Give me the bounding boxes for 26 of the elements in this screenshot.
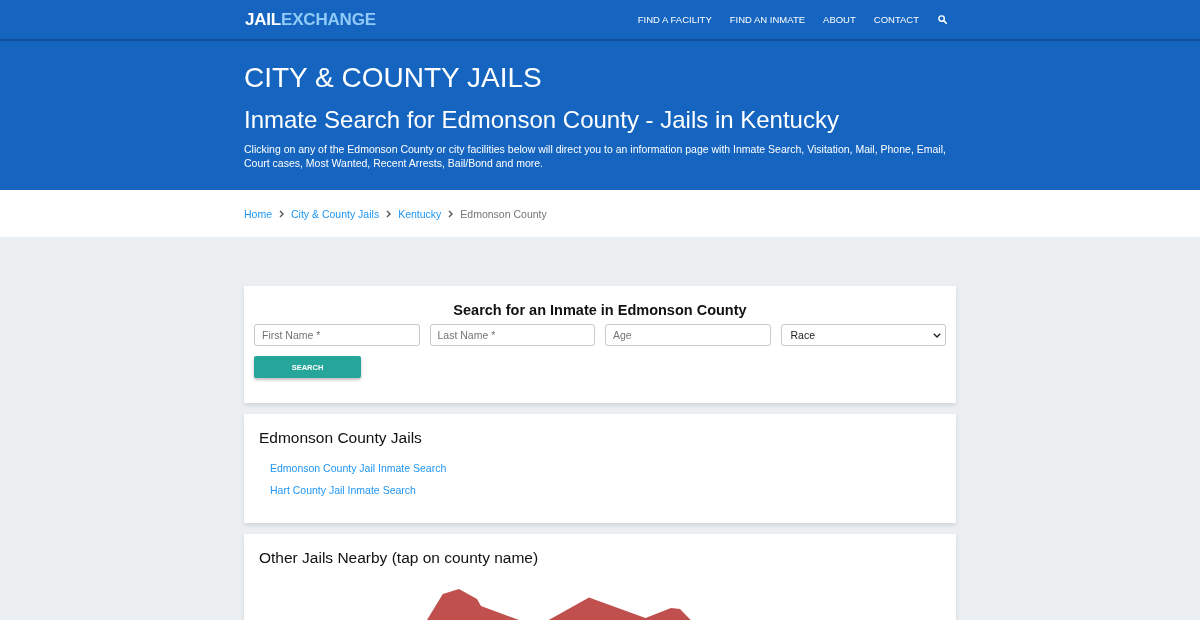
chevron-icon	[279, 209, 284, 218]
breadcrumb-link[interactable]: Kentucky	[398, 207, 442, 220]
breadcrumb-current: Edmonson County	[460, 207, 547, 220]
select-field[interactable]: Race	[780, 324, 946, 346]
text-field[interactable]: First Name *	[254, 324, 420, 346]
jail-link[interactable]: Hart County Jail Inmate Search	[270, 479, 416, 501]
nav-link[interactable]: CONTACT	[873, 14, 919, 25]
nav-link[interactable]: FIND A FACILITY	[637, 14, 712, 25]
breadcrumb-link[interactable]: Home	[244, 207, 272, 220]
nav-link[interactable]: FIND AN INMATE	[729, 14, 806, 25]
section-heading: Other Jails Nearby (tap on county name)	[259, 548, 540, 568]
chevron-icon	[448, 209, 454, 218]
page-description: Clicking on any of the Edmonson County or city facilities below will direct you to an information page with Inmate Search, Visitation, Mail, Phone, Email, Court cases, Most Wanted, Recent Arrests, Bail/Bond and more.	[244, 142, 947, 170]
caret-icon	[933, 332, 941, 338]
jail-link[interactable]: Edmonson County Jail Inmate Search	[270, 457, 447, 479]
search-title: Search for an Inmate in Edmonson County	[452, 301, 748, 320]
chevron-icon	[386, 209, 392, 218]
site-logo[interactable]: JAILEXCHANGE	[245, 9, 376, 30]
breadcrumb-link[interactable]: City & County Jails	[291, 207, 380, 220]
text-field[interactable]: Age	[605, 324, 771, 346]
search-icon[interactable]	[938, 15, 947, 24]
text-field[interactable]: Last Name *	[429, 324, 595, 346]
page-title: Inmate Search for Edmonson County - Jails in Kentucky	[244, 105, 840, 135]
page-category-heading: CITY & COUNTY JAILS	[244, 61, 543, 95]
nav-link[interactable]: ABOUT	[823, 14, 856, 25]
section-heading: Edmonson County Jails	[259, 428, 423, 448]
